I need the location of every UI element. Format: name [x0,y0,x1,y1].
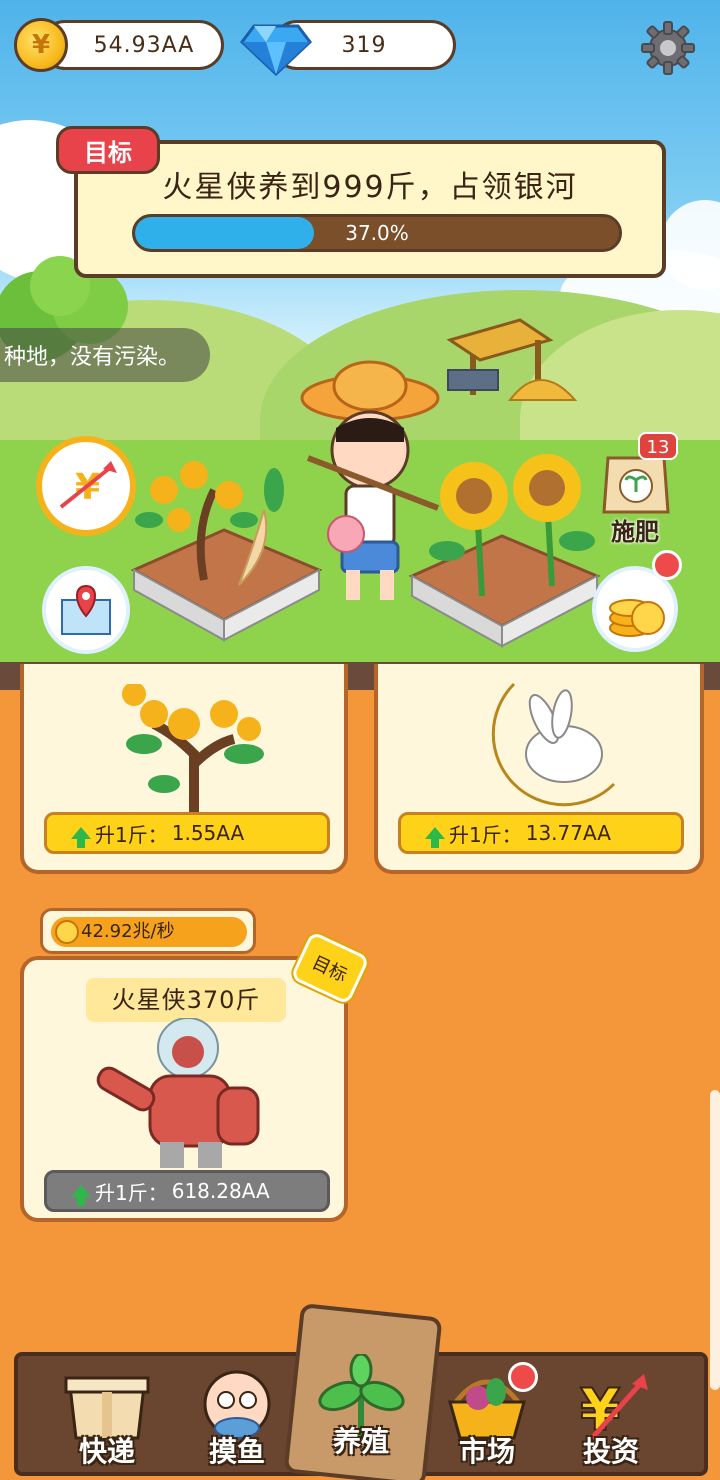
price-label: 升1斤： [95,822,168,847]
flower-tree-icon [122,684,264,814]
mars-hero-robot-icon [96,1018,260,1168]
garden-plot-left[interactable] [124,450,324,650]
fertilizer-count-badge: 13 [638,432,678,460]
goal-panel[interactable]: 火星侠养到999斤，占领银河 37.0% [74,140,666,278]
nav-tab-invest[interactable]: ¥ 投资 [546,1356,676,1476]
ticker-text: 种地，没有污染。 [4,345,181,370]
upgrade-price-bar[interactable]: 升1斤： 13.77AA [398,812,684,854]
yuan-arrow-icon: ¥ [54,454,118,518]
income-rate-pill: 42.92兆/秒 [40,908,256,954]
nav-tab-label: 快递 [78,1435,135,1468]
goal-progress-bar: 37.0% [132,214,622,252]
price-value: 618.28AA [171,1179,270,1203]
up-arrow-icon [71,1185,91,1206]
price-value: 1.55AA [171,821,245,845]
ticker-notice: 种地，没有污染。 [0,328,210,382]
coin-stack-icon [609,599,665,637]
nav-tab-label: 投资 [582,1435,639,1468]
price-value: 13.77AA [525,821,611,845]
nav-tab-farming[interactable]: 养殖 [296,1346,426,1466]
nav-tab-express[interactable]: 快递 [42,1356,172,1476]
featured-title: 火星侠370斤 [86,978,286,1022]
crop-card-tree[interactable]: 升1斤： 1.55AA [20,664,348,874]
upgrade-price-bar[interactable]: 升1斤： 618.28AA [44,1170,330,1212]
diamond-icon [240,24,312,76]
nav-tab-label: 养殖 [332,1425,389,1458]
nav-tab-label: 摸鱼 [208,1435,265,1468]
map-pin-icon [61,584,111,635]
moon-rabbit-icon [491,682,616,807]
up-arrow-icon [425,827,445,848]
settings-gear-icon[interactable] [640,20,696,76]
crop-card-moon-rabbit[interactable]: 升1斤： 13.77AA [374,664,704,874]
income-rate-text: 42.92兆/秒 [81,921,175,942]
coin-icon [55,920,79,944]
nav-tab-label: 市场 [458,1435,515,1468]
goal-progress-text: 37.0% [345,221,409,245]
well-icon [446,318,578,401]
garden-plot-right[interactable] [402,446,602,656]
price-label: 升1斤： [95,1180,168,1205]
market-alert-dot [508,1362,538,1392]
upgrade-price-bar[interactable]: 升1斤： 1.55AA [44,812,330,854]
price-label: 升1斤： [449,822,522,847]
fertilizer-label[interactable]: 施肥 [600,512,670,547]
income-boost-button[interactable]: ¥ [36,436,136,536]
nav-tab-slack[interactable]: 摸鱼 [172,1356,302,1476]
gem-value: 319 [341,32,387,58]
coin-value: 54.93AA [93,32,195,58]
up-arrow-icon [71,827,91,848]
goal-text: 火星侠养到999斤，占领银河 [162,170,578,205]
coin-icon: ¥ [14,18,68,72]
coin-stack-alert-dot [652,550,682,580]
scrollbar[interactable] [710,1090,720,1390]
goal-tag: 目标 [56,126,160,174]
featured-card-mars-hero[interactable]: 火星侠370斤 升1斤： 618.28AA [20,956,348,1222]
map-button[interactable] [42,566,130,654]
income-rate-bar: 42.92兆/秒 [51,917,247,947]
